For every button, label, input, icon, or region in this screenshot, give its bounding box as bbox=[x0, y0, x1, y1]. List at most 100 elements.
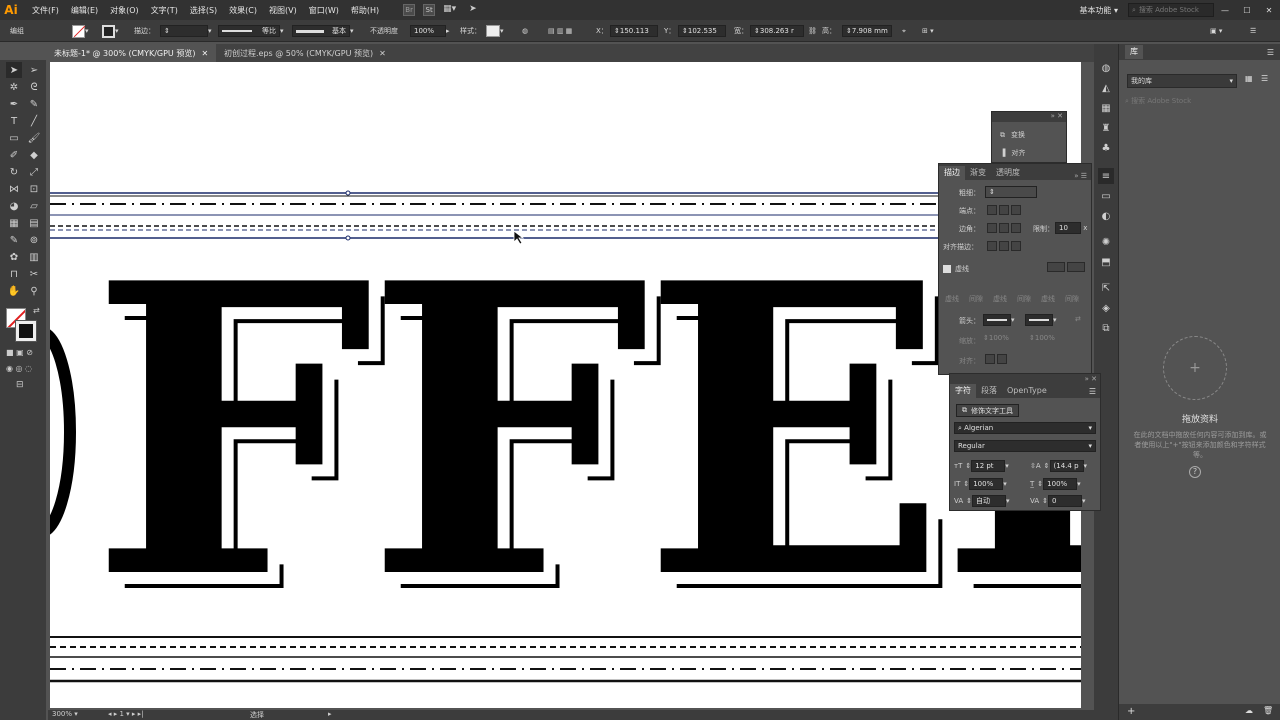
publish-icon[interactable]: ➤ bbox=[469, 4, 481, 16]
shaper-tool-icon[interactable]: ✐ bbox=[6, 147, 22, 163]
mesh-tool-icon[interactable]: ▦ bbox=[6, 215, 22, 231]
cloud-sync-icon[interactable]: ☁ bbox=[1245, 706, 1253, 715]
tab-paragraph[interactable]: 段落 bbox=[976, 384, 1002, 398]
height-field[interactable]: ⇕ 7.908 mm bbox=[842, 24, 892, 38]
pen-tool-icon[interactable]: ✒ bbox=[6, 96, 22, 112]
color-guide-icon[interactable]: ◭ bbox=[1098, 80, 1114, 96]
menu-item-6[interactable]: 视图(V) bbox=[263, 5, 303, 16]
stroke-panel-icon[interactable]: ≡ bbox=[1098, 168, 1114, 184]
shape-builder-tool-icon[interactable]: ◕ bbox=[6, 198, 22, 214]
artboards-panel-icon[interactable]: ⧉ bbox=[1098, 320, 1114, 336]
scale-a-field[interactable]: ⇕ 100% bbox=[983, 334, 1009, 342]
menu-item-5[interactable]: 效果(C) bbox=[223, 5, 263, 16]
layers-panel-icon[interactable]: ◈ bbox=[1098, 300, 1114, 316]
minimize-button[interactable]: — bbox=[1214, 6, 1236, 15]
artboard-nav[interactable]: ◂ ▸ 1 ▾ ▸ ▸| bbox=[108, 710, 144, 718]
lasso-tool-icon[interactable]: ᘓ bbox=[26, 79, 42, 95]
close-tab-icon[interactable]: ✕ bbox=[379, 49, 386, 58]
stroke-swatch[interactable]: ▾ bbox=[102, 24, 119, 38]
free-transform-tool-icon[interactable]: ⊡ bbox=[26, 181, 42, 197]
color-panel-icon[interactable]: ◍ bbox=[1098, 60, 1114, 76]
hand-tool-icon[interactable]: ✋ bbox=[6, 283, 22, 299]
dashed-line-checkbox[interactable]: 虚线 bbox=[943, 264, 969, 274]
menu-item-3[interactable]: 文字(T) bbox=[145, 5, 184, 16]
menu-item-4[interactable]: 选择(S) bbox=[184, 5, 223, 16]
symbol-sprayer-tool-icon[interactable]: ✿ bbox=[6, 249, 22, 265]
column-graph-tool-icon[interactable]: ▥ bbox=[26, 249, 42, 265]
add-library-icon[interactable]: + bbox=[1127, 706, 1135, 717]
tab-eps-file[interactable]: 初创过程.eps @ 50% (CMYK/GPU 预览) ✕ bbox=[218, 44, 390, 62]
variable-width-profile[interactable]: 等比 ▾ bbox=[218, 24, 284, 38]
panel-menu-icon[interactable]: ☰ bbox=[1250, 24, 1256, 38]
bridge-icon[interactable]: Br bbox=[403, 4, 416, 16]
zoom-field[interactable]: 300% ▾ bbox=[52, 710, 78, 718]
fill-swatch[interactable]: ▾ bbox=[72, 24, 89, 38]
libraries-tab[interactable]: 库 bbox=[1125, 45, 1143, 59]
vertical-scale-field[interactable]: IT ⇕ 100% ▾ bbox=[954, 478, 1007, 490]
workspace-switcher[interactable]: 基本功能 ▾ bbox=[1079, 5, 1118, 16]
symbols-panel-icon[interactable]: ♣ bbox=[1098, 140, 1114, 156]
library-search-input[interactable]: ⌕ 搜索 Adobe Stock bbox=[1125, 94, 1273, 108]
width-field[interactable]: ⇕ 308.263 r bbox=[750, 24, 804, 38]
graphic-style-picker[interactable]: ▾ bbox=[486, 24, 504, 38]
curvature-tool-icon[interactable]: ✎ bbox=[26, 96, 42, 112]
panel-menu-icon[interactable]: ☰ bbox=[1267, 48, 1274, 57]
add-content-circle[interactable]: + bbox=[1163, 336, 1227, 400]
close-tab-icon[interactable]: ✕ bbox=[201, 49, 208, 58]
tab-opentype[interactable]: OpenType bbox=[1002, 384, 1052, 398]
help-icon[interactable]: ? bbox=[1189, 466, 1201, 478]
leading-field[interactable]: ⇳A ⇕ (14.4 p ▾ bbox=[1030, 460, 1087, 472]
font-style-select[interactable]: Regular ▾ bbox=[954, 440, 1096, 452]
rectangle-tool-icon[interactable]: ▭ bbox=[6, 130, 22, 146]
arrange-documents-icon[interactable]: ▦▾ bbox=[443, 4, 461, 16]
touch-type-tool-button[interactable]: ⧉ 修饰文字工具 bbox=[956, 404, 1019, 417]
eyedropper-tool-icon[interactable]: ✎ bbox=[6, 232, 22, 248]
eraser-tool-icon[interactable]: ◆ bbox=[26, 147, 42, 163]
horizontal-scale-field[interactable]: T̲ ⇕ 100% ▾ bbox=[1030, 478, 1081, 490]
width-tool-icon[interactable]: ⋈ bbox=[6, 181, 22, 197]
zoom-tool-icon[interactable]: ⚲ bbox=[26, 283, 42, 299]
start-arrowhead-select[interactable]: ▾ bbox=[983, 314, 1015, 326]
x-field[interactable]: ⇕ 150.113 bbox=[610, 24, 658, 38]
scale-b-field[interactable]: ⇕ 100% bbox=[1029, 334, 1055, 342]
selection-tool-icon[interactable]: ➤ bbox=[6, 62, 22, 78]
dash-align-buttons[interactable] bbox=[1047, 262, 1086, 272]
align-icons[interactable]: ▤ ▥ ▦ bbox=[548, 24, 572, 38]
opacity-field[interactable]: 100% ▸ bbox=[410, 24, 450, 38]
weight-field[interactable]: ⇕ bbox=[985, 186, 1037, 198]
grid-view-icon[interactable]: ▦ bbox=[1245, 74, 1253, 83]
close-button[interactable]: ✕ bbox=[1258, 6, 1280, 15]
menu-item-0[interactable]: 文件(F) bbox=[26, 5, 65, 16]
graphic-styles-icon[interactable]: ⬒ bbox=[1098, 254, 1114, 270]
swap-arrows-icon[interactable]: ⇄ bbox=[1075, 315, 1081, 323]
paintbrush-tool-icon[interactable]: 🖌 bbox=[26, 130, 42, 146]
limit-field[interactable]: 10 x bbox=[1055, 222, 1087, 234]
corner-buttons[interactable] bbox=[987, 223, 1022, 233]
transform-item[interactable]: ⧉ 变换 bbox=[1000, 130, 1025, 140]
align-item[interactable]: ▐ 对齐 bbox=[1000, 148, 1025, 158]
perspective-grid-tool-icon[interactable]: ▱ bbox=[26, 198, 42, 214]
swatches-panel-icon[interactable]: ▦ bbox=[1098, 100, 1114, 116]
gradient-tool-icon[interactable]: ▤ bbox=[26, 215, 42, 231]
rotate-tool-icon[interactable]: ↻ bbox=[6, 164, 22, 180]
panel-menu-icon[interactable]: ☰ bbox=[1085, 387, 1100, 396]
blend-tool-icon[interactable]: ⊚ bbox=[26, 232, 42, 248]
swap-colors-icon[interactable]: ⇄ bbox=[33, 306, 40, 315]
stroke-color-box[interactable] bbox=[15, 320, 37, 342]
transform-icon[interactable]: ⌖ bbox=[902, 24, 906, 38]
list-view-icon[interactable]: ☰ bbox=[1261, 74, 1268, 83]
menu-item-2[interactable]: 对象(O) bbox=[104, 5, 145, 16]
menu-item-1[interactable]: 编辑(E) bbox=[65, 5, 104, 16]
artboard[interactable]: FFEE bbox=[50, 62, 1081, 708]
gradient-panel-icon[interactable]: ▭ bbox=[1098, 188, 1114, 204]
dash-gap-fields[interactable]: 虚线 间隙 虚线 间隙 虚线 间隙 bbox=[945, 294, 1089, 304]
color-mode-icons[interactable]: ■ ▣ ⊘ bbox=[6, 348, 33, 357]
stock-search-input[interactable]: ⌕ 搜索 Adobe Stock bbox=[1128, 3, 1214, 17]
stroke-weight-field[interactable]: ⇕ ▾ bbox=[160, 24, 212, 38]
drawing-mode-icons[interactable]: ◉ ◎ ◌ bbox=[6, 364, 32, 373]
type-tool-icon[interactable]: T bbox=[6, 113, 22, 129]
font-family-select[interactable]: ⌕ Algerian ▾ bbox=[954, 422, 1096, 434]
kerning-field[interactable]: VA ⇕ 自动 ▾ bbox=[954, 495, 1010, 507]
align-stroke-buttons[interactable] bbox=[987, 241, 1022, 251]
screen-mode-icon[interactable]: ⊟ bbox=[16, 380, 24, 390]
